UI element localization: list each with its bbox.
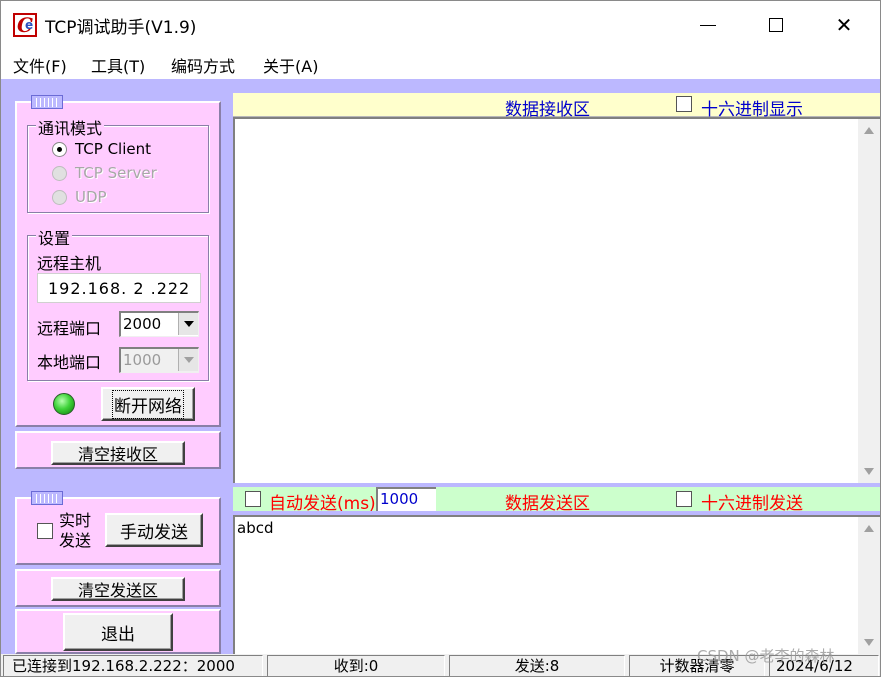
status-received: 收到:0 — [267, 655, 445, 676]
radio-label: TCP Server — [75, 164, 157, 182]
send-scrollbar[interactable] — [858, 517, 880, 654]
scroll-up-icon[interactable] — [864, 127, 874, 134]
realtime-label-line1: 实时 — [59, 511, 92, 530]
panel-tag-icon — [31, 95, 63, 109]
chevron-down-icon[interactable] — [178, 349, 198, 371]
maximize-icon — [769, 18, 783, 32]
close-icon: ✕ — [835, 13, 853, 37]
remote-host-label: 远程主机 — [37, 254, 102, 273]
realtime-send-checkbox[interactable] — [37, 523, 53, 539]
manual-send-button[interactable]: 手动发送 — [105, 513, 203, 547]
settings-group-title: 设置 — [36, 225, 73, 249]
receive-header: 数据接收区 十六进制显示 — [233, 93, 880, 120]
remote-port-value: 2000 — [123, 315, 162, 333]
send-area-title: 数据发送区 — [505, 494, 590, 514]
remote-host-input[interactable]: 192.168. 2 .222 — [37, 273, 201, 303]
scroll-up-icon[interactable] — [864, 525, 874, 532]
realtime-label-line2: 发送 — [59, 531, 92, 550]
radio-tcp-server[interactable]: TCP Server — [52, 164, 157, 182]
disconnect-button-label: 断开网络 — [112, 389, 184, 419]
client-area: 通讯模式 TCP Client TCP Server UDP 设置 远程主机 1… — [1, 79, 880, 654]
app-logo-icon: Ce — [13, 13, 37, 37]
minimize-icon — [700, 24, 716, 26]
status-sent: 发送:8 — [449, 655, 625, 676]
clear-receive-label: 清空接收区 — [77, 445, 158, 464]
mode-group: 通讯模式 TCP Client TCP Server UDP — [27, 115, 209, 213]
status-connection: 已连接到192.168.2.222：2000 — [3, 655, 263, 676]
disconnect-button[interactable]: 断开网络 — [101, 387, 195, 421]
connection-panel: 通讯模式 TCP Client TCP Server UDP 设置 远程主机 1… — [15, 95, 221, 427]
radio-tcp-client[interactable]: TCP Client — [52, 140, 151, 158]
close-button[interactable]: ✕ — [809, 1, 879, 49]
radio-icon — [52, 189, 67, 205]
radio-udp[interactable]: UDP — [52, 188, 107, 206]
scroll-down-icon[interactable] — [864, 468, 874, 475]
menu-tools[interactable]: 工具(T) — [91, 53, 145, 77]
radio-label: TCP Client — [75, 140, 151, 158]
connection-status-led — [53, 393, 75, 415]
clear-send-button[interactable]: 清空发送区 — [51, 577, 185, 601]
panel-tag-icon — [31, 491, 63, 505]
local-port-label: 本地端口 — [37, 353, 102, 372]
minimize-button[interactable] — [673, 1, 743, 49]
receive-scrollbar[interactable] — [858, 119, 880, 483]
auto-send-label: 自动发送(ms) — [269, 494, 376, 514]
exit-panel: 退出 — [15, 609, 221, 654]
menu-encoding[interactable]: 编码方式 — [171, 53, 235, 77]
send-control-panel: 实时 发送 手动发送 — [15, 491, 221, 565]
watermark: CSDN @老李的森林 — [697, 647, 835, 665]
remote-port-label: 远程端口 — [37, 319, 102, 338]
hex-send-checkbox[interactable] — [676, 491, 692, 507]
remote-port-select[interactable]: 2000 — [119, 311, 199, 337]
hex-display-checkbox[interactable] — [676, 96, 692, 112]
menu-bar: 文件(F) 工具(T) 编码方式 关于(A) — [1, 49, 880, 79]
menu-about[interactable]: 关于(A) — [263, 53, 318, 77]
receive-textarea[interactable] — [233, 117, 880, 483]
window-title: TCP调试助手(V1.9) — [45, 18, 197, 38]
exit-label: 退出 — [101, 624, 135, 645]
realtime-send-label: 实时 发送 — [59, 511, 91, 551]
radio-icon — [52, 165, 67, 181]
radio-label: UDP — [75, 188, 107, 206]
clear-send-panel: 清空发送区 — [15, 569, 221, 607]
send-textarea[interactable]: abcd — [233, 515, 880, 654]
clear-send-label: 清空发送区 — [77, 581, 158, 600]
scroll-down-icon[interactable] — [864, 639, 874, 646]
menu-file[interactable]: 文件(F) — [13, 53, 67, 77]
local-port-select[interactable]: 1000 — [119, 347, 199, 373]
local-port-value: 1000 — [123, 351, 162, 369]
clear-receive-panel: 清空接收区 — [15, 431, 221, 469]
send-header: 自动发送(ms) 1000 数据发送区 十六进制发送 — [233, 487, 880, 514]
mode-group-title: 通讯模式 — [36, 115, 105, 139]
auto-send-interval-input[interactable]: 1000 — [376, 487, 436, 511]
title-bar: Ce TCP调试助手(V1.9) ✕ — [1, 1, 880, 49]
chevron-down-icon[interactable] — [178, 313, 198, 335]
manual-send-label: 手动发送 — [120, 522, 188, 543]
hex-send-label: 十六进制发送 — [701, 494, 803, 514]
send-content: abcd — [237, 519, 274, 537]
main-window: Ce TCP调试助手(V1.9) ✕ 文件(F) 工具(T) 编码方式 关于(A… — [0, 0, 881, 677]
clear-receive-button[interactable]: 清空接收区 — [51, 441, 185, 465]
radio-icon — [52, 141, 67, 157]
auto-send-checkbox[interactable] — [245, 491, 261, 507]
exit-button[interactable]: 退出 — [63, 613, 173, 651]
maximize-button[interactable] — [741, 1, 811, 49]
